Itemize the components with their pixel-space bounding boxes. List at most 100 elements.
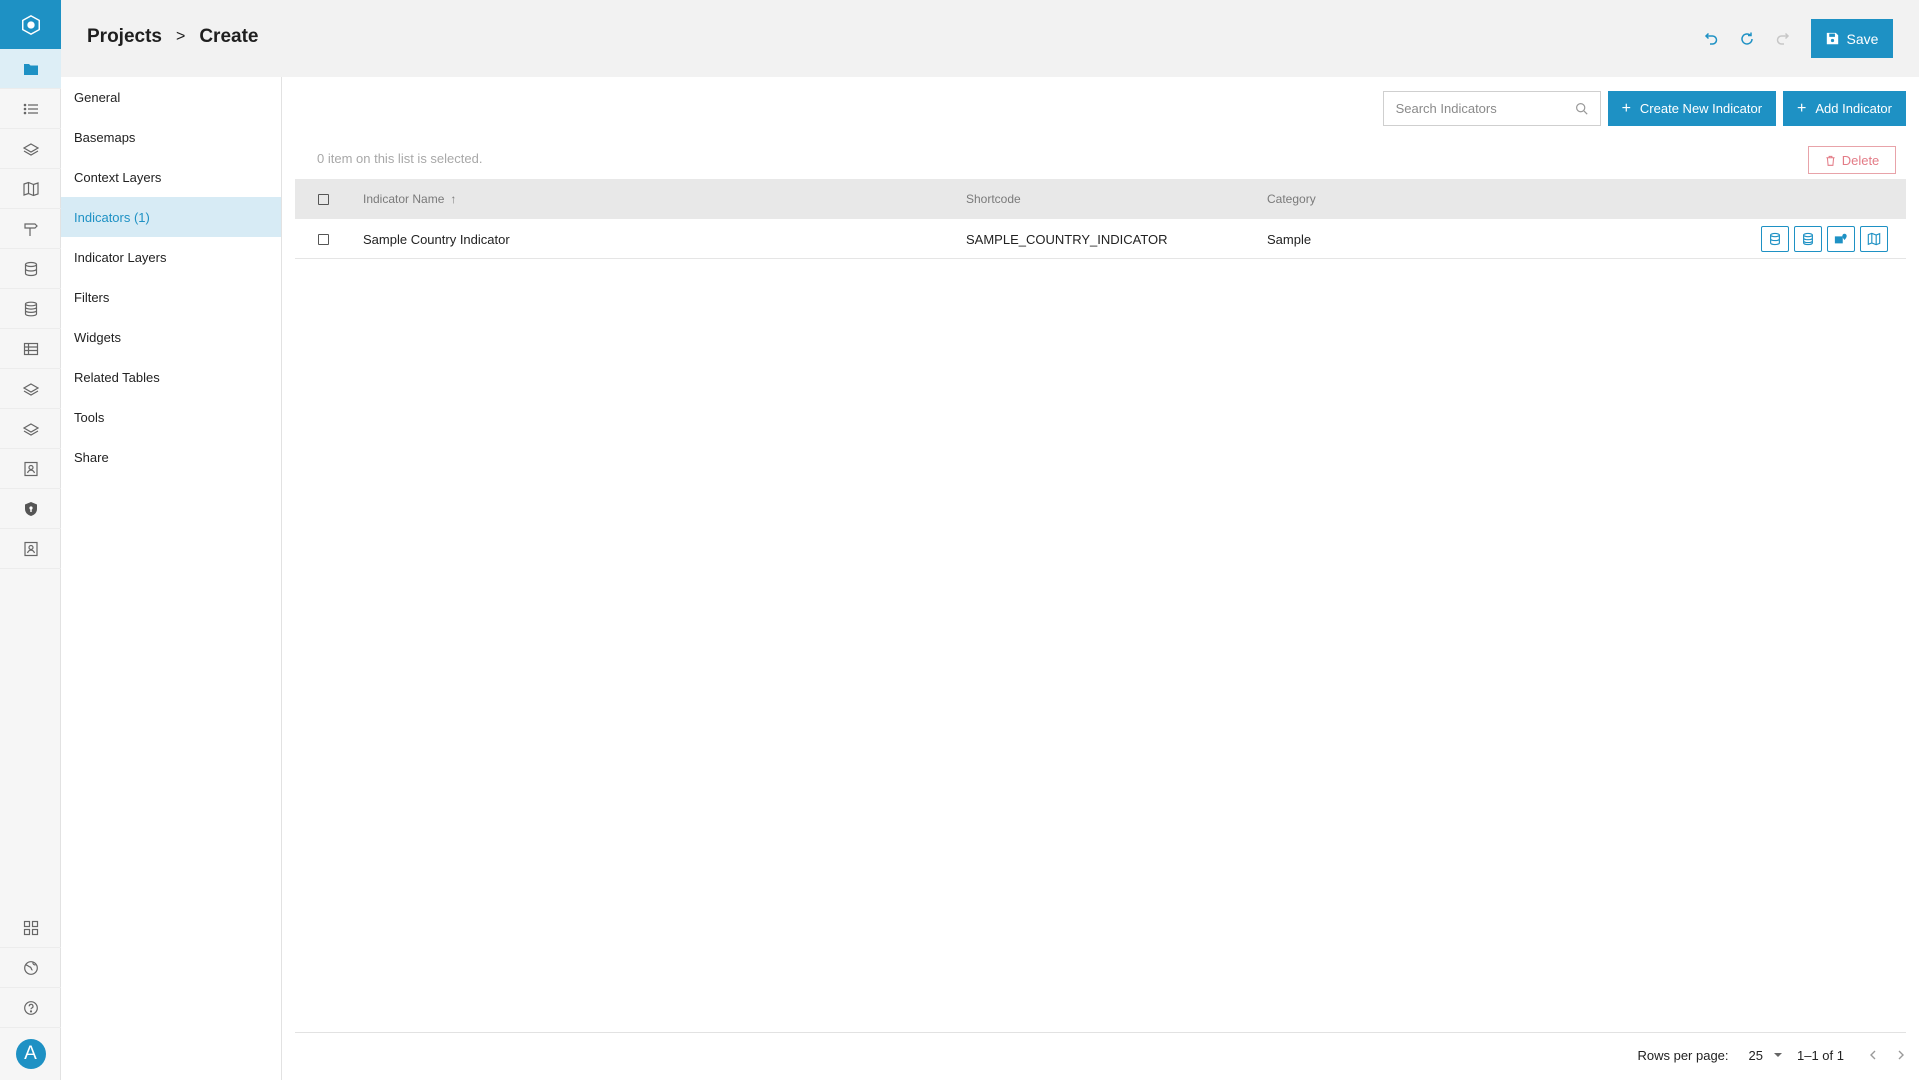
rail-item-help[interactable] — [0, 988, 61, 1028]
category-cell: Sample — [1267, 231, 1312, 247]
save-button-label: Save — [1846, 30, 1879, 47]
database-icon — [24, 261, 37, 276]
caret-down-icon — [1774, 1053, 1782, 1057]
help-icon — [23, 1000, 38, 1015]
subnav-item-indicator-layers[interactable]: Indicator Layers — [61, 237, 281, 277]
row-action-data-button[interactable] — [1761, 226, 1789, 252]
row-checkbox[interactable] — [318, 233, 329, 245]
row-action-data-edit-button[interactable] — [1794, 226, 1822, 252]
rail-item-layers-outline-alt[interactable] — [0, 409, 61, 449]
column-indicator-name[interactable]: Indicator Name ↑ — [363, 179, 456, 219]
breadcrumb-separator: > — [175, 28, 186, 45]
indicators-table: Indicator Name ↑ Shortcode Category Samp… — [295, 179, 1906, 259]
delete-button[interactable]: Delete — [1808, 146, 1896, 174]
breadcrumb-projects[interactable]: Projects — [87, 26, 162, 48]
row-actions — [1761, 226, 1888, 252]
database-icon — [1770, 232, 1780, 246]
rail-item-signpost[interactable] — [0, 209, 61, 249]
indicator-name-cell: Sample Country Indicator — [363, 231, 510, 247]
undo-icon — [1704, 32, 1718, 45]
list-icon — [23, 103, 38, 114]
undo-button[interactable] — [1693, 20, 1729, 58]
breadcrumb: Projects > Create — [87, 26, 258, 48]
subnav-item-general[interactable]: General — [61, 77, 281, 117]
select-all-checkbox[interactable] — [318, 193, 329, 205]
next-page-button[interactable] — [1896, 1047, 1906, 1063]
rail-item-contact-card-alt[interactable] — [0, 529, 61, 569]
search-icon — [1575, 103, 1588, 115]
search-input[interactable]: Search Indicators — [1382, 91, 1601, 126]
rail-item-contact-card[interactable] — [0, 449, 61, 489]
app-logo[interactable] — [0, 0, 61, 49]
rail-item-globe[interactable] — [0, 948, 61, 988]
project-sections-nav: General Basemaps Context Layers Indicato… — [61, 77, 282, 1080]
user-avatar-slot[interactable]: A — [0, 1028, 61, 1080]
plus-icon: + — [1621, 99, 1631, 117]
signpost-icon — [23, 222, 38, 236]
grid-icon — [23, 920, 38, 935]
subnav-item-indicators[interactable]: Indicators (1) — [61, 197, 281, 237]
search-placeholder: Search Indicators — [1395, 101, 1497, 116]
layers-outline-icon — [22, 382, 39, 396]
delete-label: Delete — [1841, 152, 1880, 168]
contact-card-icon — [23, 461, 38, 476]
rows-per-page-label: Rows per page: — [1637, 1047, 1729, 1063]
map-icon — [22, 181, 39, 196]
subnav-item-basemaps[interactable]: Basemaps — [61, 117, 281, 157]
subnav-item-share[interactable]: Share — [61, 437, 281, 477]
pagination-range: 1–1 of 1 — [1797, 1047, 1844, 1063]
column-indicator-name-label: Indicator Name — [363, 192, 445, 206]
rail-bottom: A — [0, 908, 61, 1080]
selection-status: 0 item on this list is selected. — [317, 151, 483, 166]
page-header: Projects > Create Save — [61, 0, 1919, 77]
rail-item-shield[interactable] — [0, 489, 61, 529]
column-shortcode[interactable]: Shortcode — [966, 179, 1021, 219]
subnav-item-context-layers[interactable]: Context Layers — [61, 157, 281, 197]
contact-card-alt-icon — [23, 541, 38, 556]
rail-item-list[interactable] — [0, 89, 61, 129]
add-indicator-label: Add Indicator — [1815, 101, 1892, 116]
sort-ascending-icon: ↑ — [450, 192, 457, 206]
column-category[interactable]: Category — [1267, 179, 1316, 219]
pager-buttons — [1868, 1047, 1906, 1063]
redo-button[interactable] — [1765, 20, 1801, 58]
table-icon — [23, 342, 38, 355]
avatar[interactable]: A — [15, 1039, 46, 1069]
reset-button[interactable] — [1729, 20, 1765, 58]
pagination-controls: Rows per page: 25 1–1 of 1 — [1637, 1033, 1906, 1077]
rail-item-database-stack[interactable] — [0, 289, 61, 329]
rail-item-projects[interactable] — [0, 49, 61, 89]
rail-item-apps[interactable] — [0, 908, 61, 948]
create-new-indicator-button[interactable]: + Create New Indicator — [1607, 91, 1777, 126]
rail-item-layers[interactable] — [0, 129, 61, 169]
select-all-cell — [318, 179, 329, 219]
layers-icon — [22, 142, 39, 156]
subnav-item-filters[interactable]: Filters — [61, 277, 281, 317]
breadcrumb-create: Create — [199, 26, 259, 47]
row-action-map-button[interactable] — [1860, 226, 1888, 252]
rail-item-database[interactable] — [0, 249, 61, 289]
shield-icon — [24, 501, 37, 516]
database-edit-icon — [1803, 232, 1813, 246]
shortcode-cell: SAMPLE_COUNTRY_INDICATOR — [966, 231, 1168, 247]
subnav-item-tools[interactable]: Tools — [61, 397, 281, 437]
trash-icon — [1826, 155, 1835, 166]
save-button[interactable]: Save — [1811, 19, 1893, 58]
map-icon — [1867, 232, 1881, 246]
table-header: Indicator Name ↑ Shortcode Category — [295, 179, 1906, 219]
rail-item-map[interactable] — [0, 169, 61, 209]
table-row[interactable]: Sample Country Indicator SAMPLE_COUNTRY_… — [295, 219, 1906, 259]
row-action-map-config-button[interactable] — [1827, 226, 1855, 252]
add-indicator-button[interactable]: + Add Indicator — [1783, 91, 1906, 126]
rows-per-page-value: 25 — [1748, 1047, 1763, 1063]
rail-item-layers-outline[interactable] — [0, 369, 61, 409]
rows-per-page-select[interactable]: 25 — [1749, 1048, 1783, 1063]
previous-page-button[interactable] — [1868, 1047, 1878, 1063]
rail-item-table[interactable] — [0, 329, 61, 369]
subnav-item-widgets[interactable]: Widgets — [61, 317, 281, 357]
database-stack-icon — [24, 301, 37, 316]
globe-icon — [23, 960, 38, 975]
main-content: Search Indicators + Create New Indicator… — [282, 77, 1919, 1080]
header-actions: Save — [1693, 19, 1893, 58]
subnav-item-related-tables[interactable]: Related Tables — [61, 357, 281, 397]
